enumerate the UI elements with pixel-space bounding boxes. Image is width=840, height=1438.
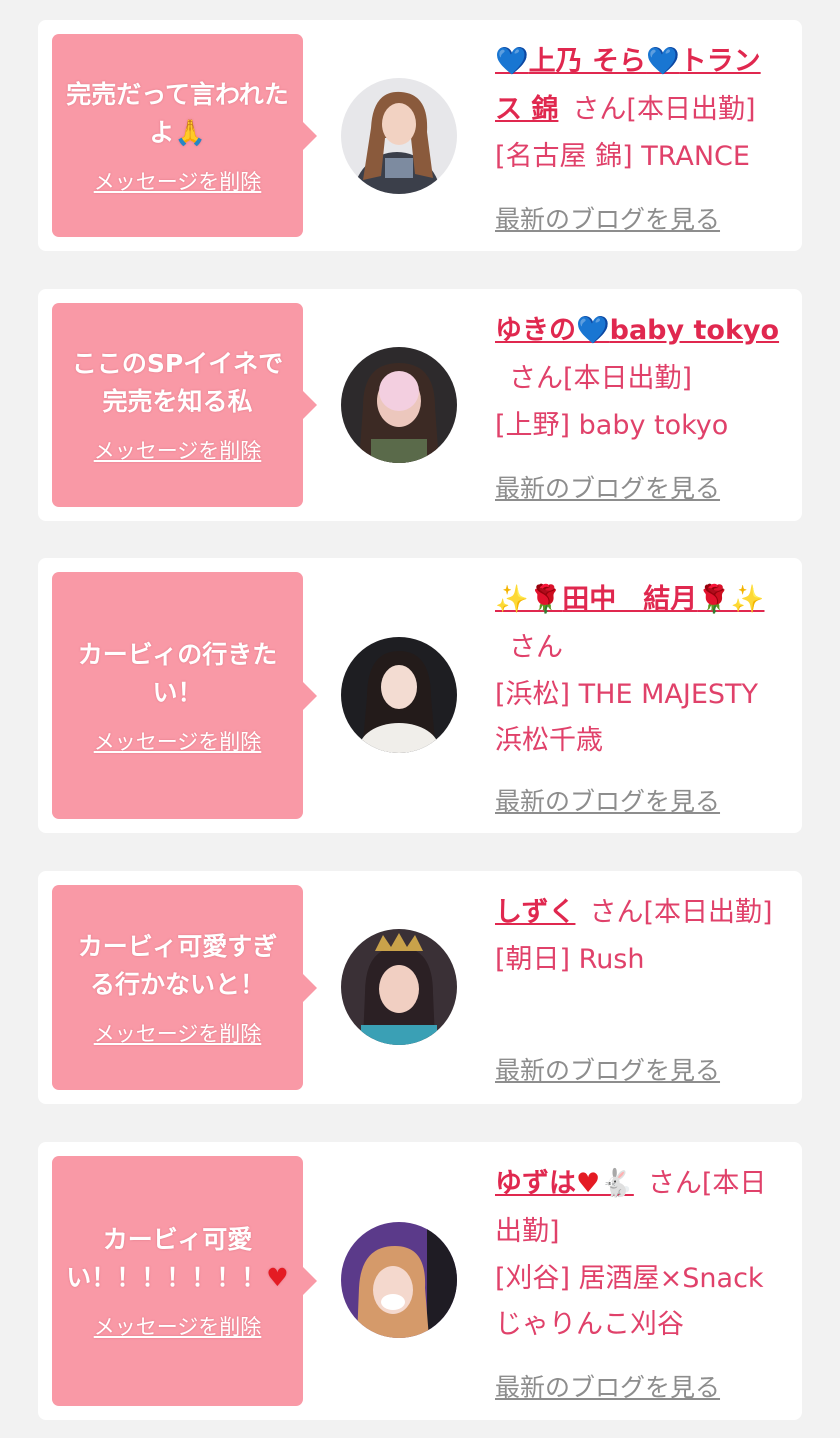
avatar[interactable] [341,637,457,753]
heart-rabbit-icon: ♥🐇 [576,1168,634,1199]
blue-heart-icon: 💙 [576,315,610,346]
girl-info: ✨🌹田中 結月🌹✨ さん [浜松] THE MAJESTY 浜松千歳 [495,576,787,764]
avatar-photo-icon [341,78,457,194]
message-bubble: カービィの行きたい！ メッセージを削除 [52,572,317,819]
delete-message-link[interactable]: メッセージを削除 [94,1018,262,1048]
blue-heart-icon: 💙 [646,46,680,77]
rose-sparkle-icon: 🌹✨ [697,584,765,615]
message-bubble: カービィ可愛すぎる行かないと！ メッセージを削除 [52,885,317,1090]
message-card: カービィの行きたい！ メッセージを削除 ✨🌹田中 結月🌹✨ さん [浜松] THE… [38,558,802,833]
message-bubble: ここのSPイイネで完売を知る私 メッセージを削除 [52,303,317,507]
status-label: [本日出勤] [626,94,756,125]
latest-blog-link[interactable]: 最新のブログを見る [495,1051,720,1087]
avatar-photo-icon [341,1222,457,1338]
girl-info: ゆずは♥🐇 さん[本日出勤] [刈谷] 居酒屋×Snack じゃりんこ刈谷 [495,1160,787,1348]
delete-message-link[interactable]: メッセージを削除 [94,166,262,196]
status-label: [本日出勤] [643,897,773,928]
honorific: さん [509,363,563,394]
honorific: さん [647,1168,702,1199]
delete-message-link[interactable]: メッセージを削除 [94,435,262,465]
latest-blog-link[interactable]: 最新のブログを見る [495,200,720,236]
girl-info: 💙上乃 そら💙トランス 錦さん[本日出勤] [名古屋 錦] TRANCE [495,38,787,180]
message-card: ここのSPイイネで完売を知る私 メッセージを削除 ゆきの💙baby tokyo さ… [38,289,802,521]
delete-message-link[interactable]: メッセージを削除 [94,1311,262,1341]
message-bubble: カービィ可愛い！！！！！！！♥ メッセージを削除 [52,1156,317,1406]
honorific: さん [572,94,627,125]
girl-name-link[interactable]: ✨🌹田中 結月🌹✨ [495,584,765,615]
message-card: カービィ可愛すぎる行かないと！ メッセージを削除 しずく さん[本日出勤] [朝日… [38,871,802,1104]
sparkle-rose-icon: ✨🌹 [495,584,563,615]
shop-name: [名古屋 錦] TRANCE [495,141,750,172]
avatar[interactable] [341,929,457,1045]
shop-name: [浜松] THE MAJESTY [495,679,758,710]
girl-name-link[interactable]: しずく [495,897,575,928]
red-heart-icon: ♥ [266,1263,289,1292]
status-label: [本日出勤] [563,363,693,394]
avatar[interactable] [341,347,457,463]
shop-name: [朝日] Rush [495,944,645,975]
delete-message-link[interactable]: メッセージを削除 [94,726,262,756]
message-text: ここのSPイイネで完売を知る私 [71,349,284,416]
latest-blog-link[interactable]: 最新のブログを見る [495,1368,720,1404]
message-list: 完売だって言われたよ🙏 メッセージを削除 💙上乃 そら💙トランス 錦さん[本日出… [0,0,840,1438]
message-text: カービィ可愛すぎる行かないと！ [77,931,278,999]
message-text: カービィ可愛い！！！！！！！♥ [66,1225,289,1292]
girl-info: ゆきの💙baby tokyo さん[本日出勤] [上野] baby tokyo [495,307,787,449]
blue-heart-icon: 💙 [495,46,529,77]
avatar-photo-icon [341,637,457,753]
shop-name: 浜松千歳 [495,725,603,756]
message-card: カービィ可愛い！！！！！！！♥ メッセージを削除 ゆずは♥🐇 さん[本日出勤] [… [38,1142,802,1420]
message-card: 完売だって言われたよ🙏 メッセージを削除 💙上乃 そら💙トランス 錦さん[本日出… [38,20,802,251]
message-text: カービィの行きたい！ [77,639,278,707]
honorific: さん [589,897,644,928]
avatar-photo-icon [341,347,457,463]
shop-name: じゃりんこ刈谷 [495,1309,684,1340]
girl-name-link[interactable]: ゆずは♥🐇 [495,1168,634,1199]
avatar[interactable] [341,78,457,194]
message-bubble: 完売だって言われたよ🙏 メッセージを削除 [52,34,317,237]
latest-blog-link[interactable]: 最新のブログを見る [495,782,720,818]
honorific: さん [509,632,563,663]
shop-name: [上野] baby tokyo [495,410,729,441]
shop-name: [刈谷] 居酒屋×Snack [495,1263,764,1294]
girl-info: しずく さん[本日出勤] [朝日] Rush [495,889,787,983]
message-text: 完売だって言われたよ🙏 [66,79,289,147]
avatar[interactable] [341,1222,457,1338]
praying-hands-icon: 🙏 [174,117,206,147]
latest-blog-link[interactable]: 最新のブログを見る [495,469,720,505]
girl-name-link[interactable]: ゆきの💙baby tokyo [495,315,779,346]
avatar-photo-icon [341,929,457,1045]
